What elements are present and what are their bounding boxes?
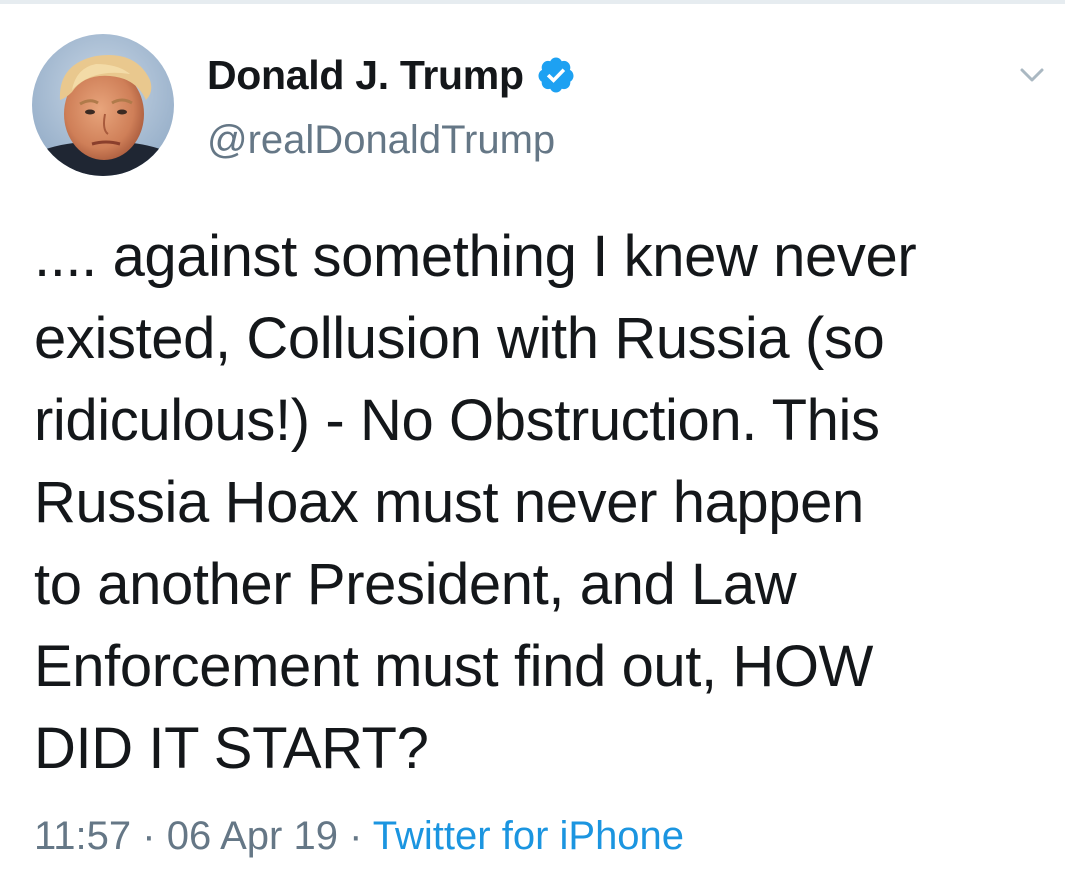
meta-separator: ·	[349, 814, 373, 858]
tweet-date[interactable]: 06 Apr 19	[167, 814, 338, 858]
tweet-text-line: to another President, and Law	[34, 552, 797, 617]
author-name-row[interactable]: Donald J. Trump	[207, 50, 576, 100]
tweet-text-line: Russia Hoax must never happen	[34, 470, 864, 535]
chevron-down-icon[interactable]	[1014, 56, 1050, 92]
tweet-text-line: ridiculous!) - No Obstruction. This	[34, 388, 880, 453]
avatar-image	[32, 34, 174, 176]
tweet-text-line: existed, Collusion with Russia (so	[34, 306, 885, 371]
tweet-text-line: .... against something I knew never	[34, 224, 917, 289]
tweet-text-line: Enforcement must find out, HOW	[34, 634, 873, 699]
user-handle[interactable]: @realDonaldTrump	[207, 118, 555, 163]
meta-separator: ·	[142, 814, 167, 858]
tweet-text: .... against something I knew never exis…	[34, 216, 1054, 790]
tweet-text-line: DID IT START?	[34, 716, 429, 781]
tweet-source-link[interactable]: Twitter for iPhone	[373, 814, 684, 858]
avatar[interactable]	[32, 34, 174, 176]
display-name: Donald J. Trump	[207, 51, 524, 98]
tweet-time[interactable]: 11:57	[34, 814, 131, 858]
tweet-card: Donald J. Trump @realDonaldTrump .... ag…	[0, 0, 1065, 892]
tweet-meta: 11:57 · 06 Apr 19 · Twitter for iPhone	[34, 814, 684, 859]
verified-badge-icon	[538, 57, 574, 93]
